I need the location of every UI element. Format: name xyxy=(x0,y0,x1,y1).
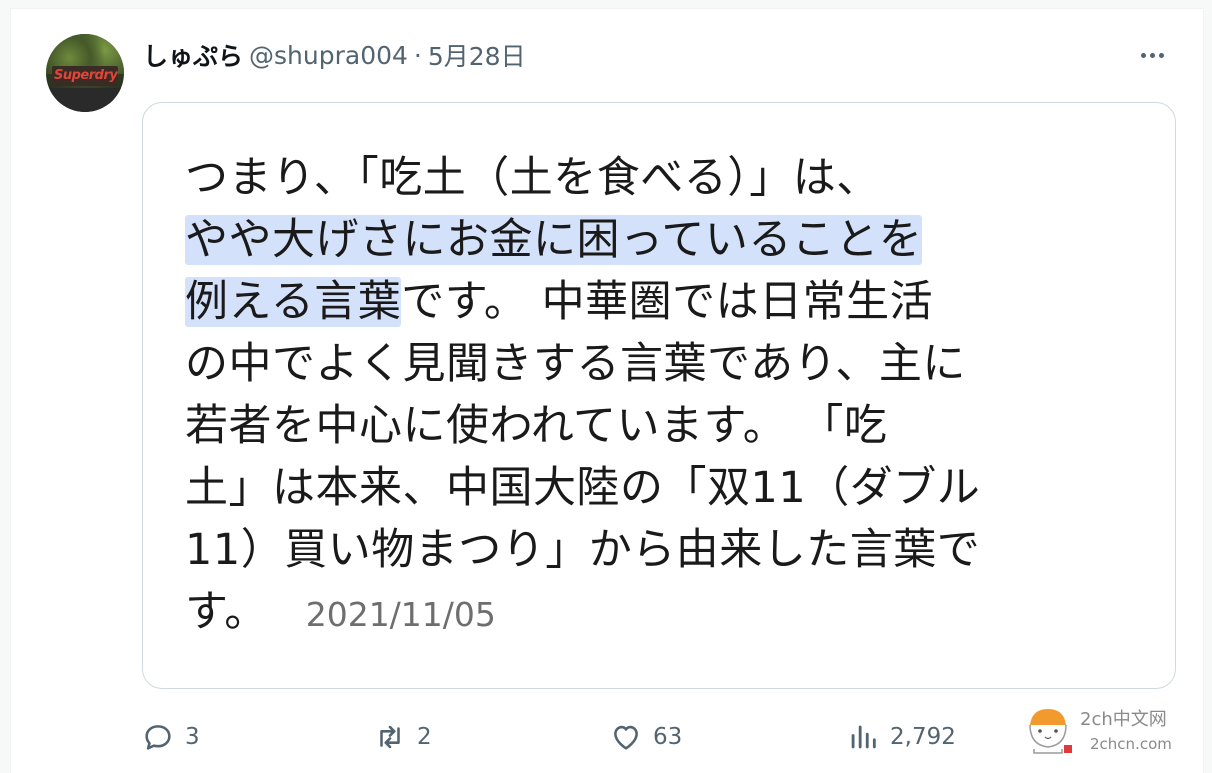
watermark-title: 2ch中文网 xyxy=(1080,709,1167,730)
reply-icon xyxy=(145,725,171,750)
more-dot-icon xyxy=(1159,52,1164,58)
avatar[interactable]: Superdry xyxy=(46,34,124,112)
view-count: 2,792 xyxy=(890,724,956,750)
site-watermark: 2ch中文网 2chcn.com xyxy=(1016,695,1186,765)
more-dot-icon xyxy=(1141,52,1146,58)
avatar-logo-text: Superdry xyxy=(54,68,118,83)
like-count: 63 xyxy=(653,724,683,750)
card-line: 11）買い物まつり」から由来した言葉で xyxy=(185,519,1145,581)
analytics-icon xyxy=(851,725,876,749)
card-line-text: 土」は本来、中国大陸の「双11（ダブル xyxy=(185,463,981,513)
reply-count: 3 xyxy=(185,724,200,750)
repost-icon xyxy=(380,725,400,749)
card-line: 例える言葉です。 中華圏では日常生活 xyxy=(185,271,1145,333)
card-line: 若者を中心に使われています。 「吃 xyxy=(185,395,1145,457)
cat-mascot-icon xyxy=(1029,709,1072,754)
highlighted-text: やや大げさにお金に困っていることを xyxy=(185,215,923,265)
more-options-button[interactable] xyxy=(1141,45,1181,65)
card-line-text: の中でよく見聞きする言葉であり、主に xyxy=(185,339,966,389)
card-line-text: 若者を中心に使われています。 「吃 xyxy=(185,401,888,451)
media-card[interactable]: つまり、「吃土（土を食べる）」は、 やや大げさにお金に困っていることを 例える言… xyxy=(142,102,1176,689)
card-line-text: です。 中華圏では日常生活 xyxy=(401,277,934,327)
heart-icon xyxy=(614,725,638,750)
card-line-text: す。 xyxy=(185,587,268,637)
reply-button[interactable]: 3 xyxy=(141,719,200,755)
card-text: つまり、「吃土（土を食べる）」は、 やや大げさにお金に困っていることを 例える言… xyxy=(185,147,1145,643)
more-dot-icon xyxy=(1150,52,1155,58)
repost-count: 2 xyxy=(417,724,432,750)
card-line: の中でよく見聞きする言葉であり、主に xyxy=(185,333,1145,395)
card-line: つまり、「吃土（土を食べる）」は、 xyxy=(185,147,1145,209)
highlighted-text: 例える言葉 xyxy=(185,277,402,327)
user-handle[interactable]: @shupra004 xyxy=(249,41,408,70)
card-line: す。 2021/11/05 xyxy=(185,581,1145,643)
avatar-bottom xyxy=(46,88,124,112)
card-line-text: 11）買い物まつり」から由来した言葉で xyxy=(185,525,981,575)
tweet-header: しゅぷら @shupra004 · 5月28日 xyxy=(143,37,526,73)
card-line: やや大げさにお金に困っていることを xyxy=(185,209,1145,271)
card-date-stamp: 2021/11/05 xyxy=(305,595,496,634)
watermark-url: 2chcn.com xyxy=(1090,735,1172,753)
tweet-article[interactable]: Superdry しゅぷら @shupra004 · 5月28日 つまり、「吃土… xyxy=(10,8,1204,773)
views-button[interactable]: 2,792 xyxy=(846,719,956,755)
card-line: 土」は本来、中国大陸の「双11（ダブル xyxy=(185,457,1145,519)
card-line-text: つまり、「吃土（土を食べる）」は、 xyxy=(185,153,880,203)
tweet-date[interactable]: 5月28日 xyxy=(428,37,526,73)
separator-dot: · xyxy=(413,40,422,70)
like-button[interactable]: 63 xyxy=(609,719,682,755)
display-name[interactable]: しゅぷら xyxy=(143,37,243,73)
repost-button[interactable]: 2 xyxy=(373,719,432,755)
